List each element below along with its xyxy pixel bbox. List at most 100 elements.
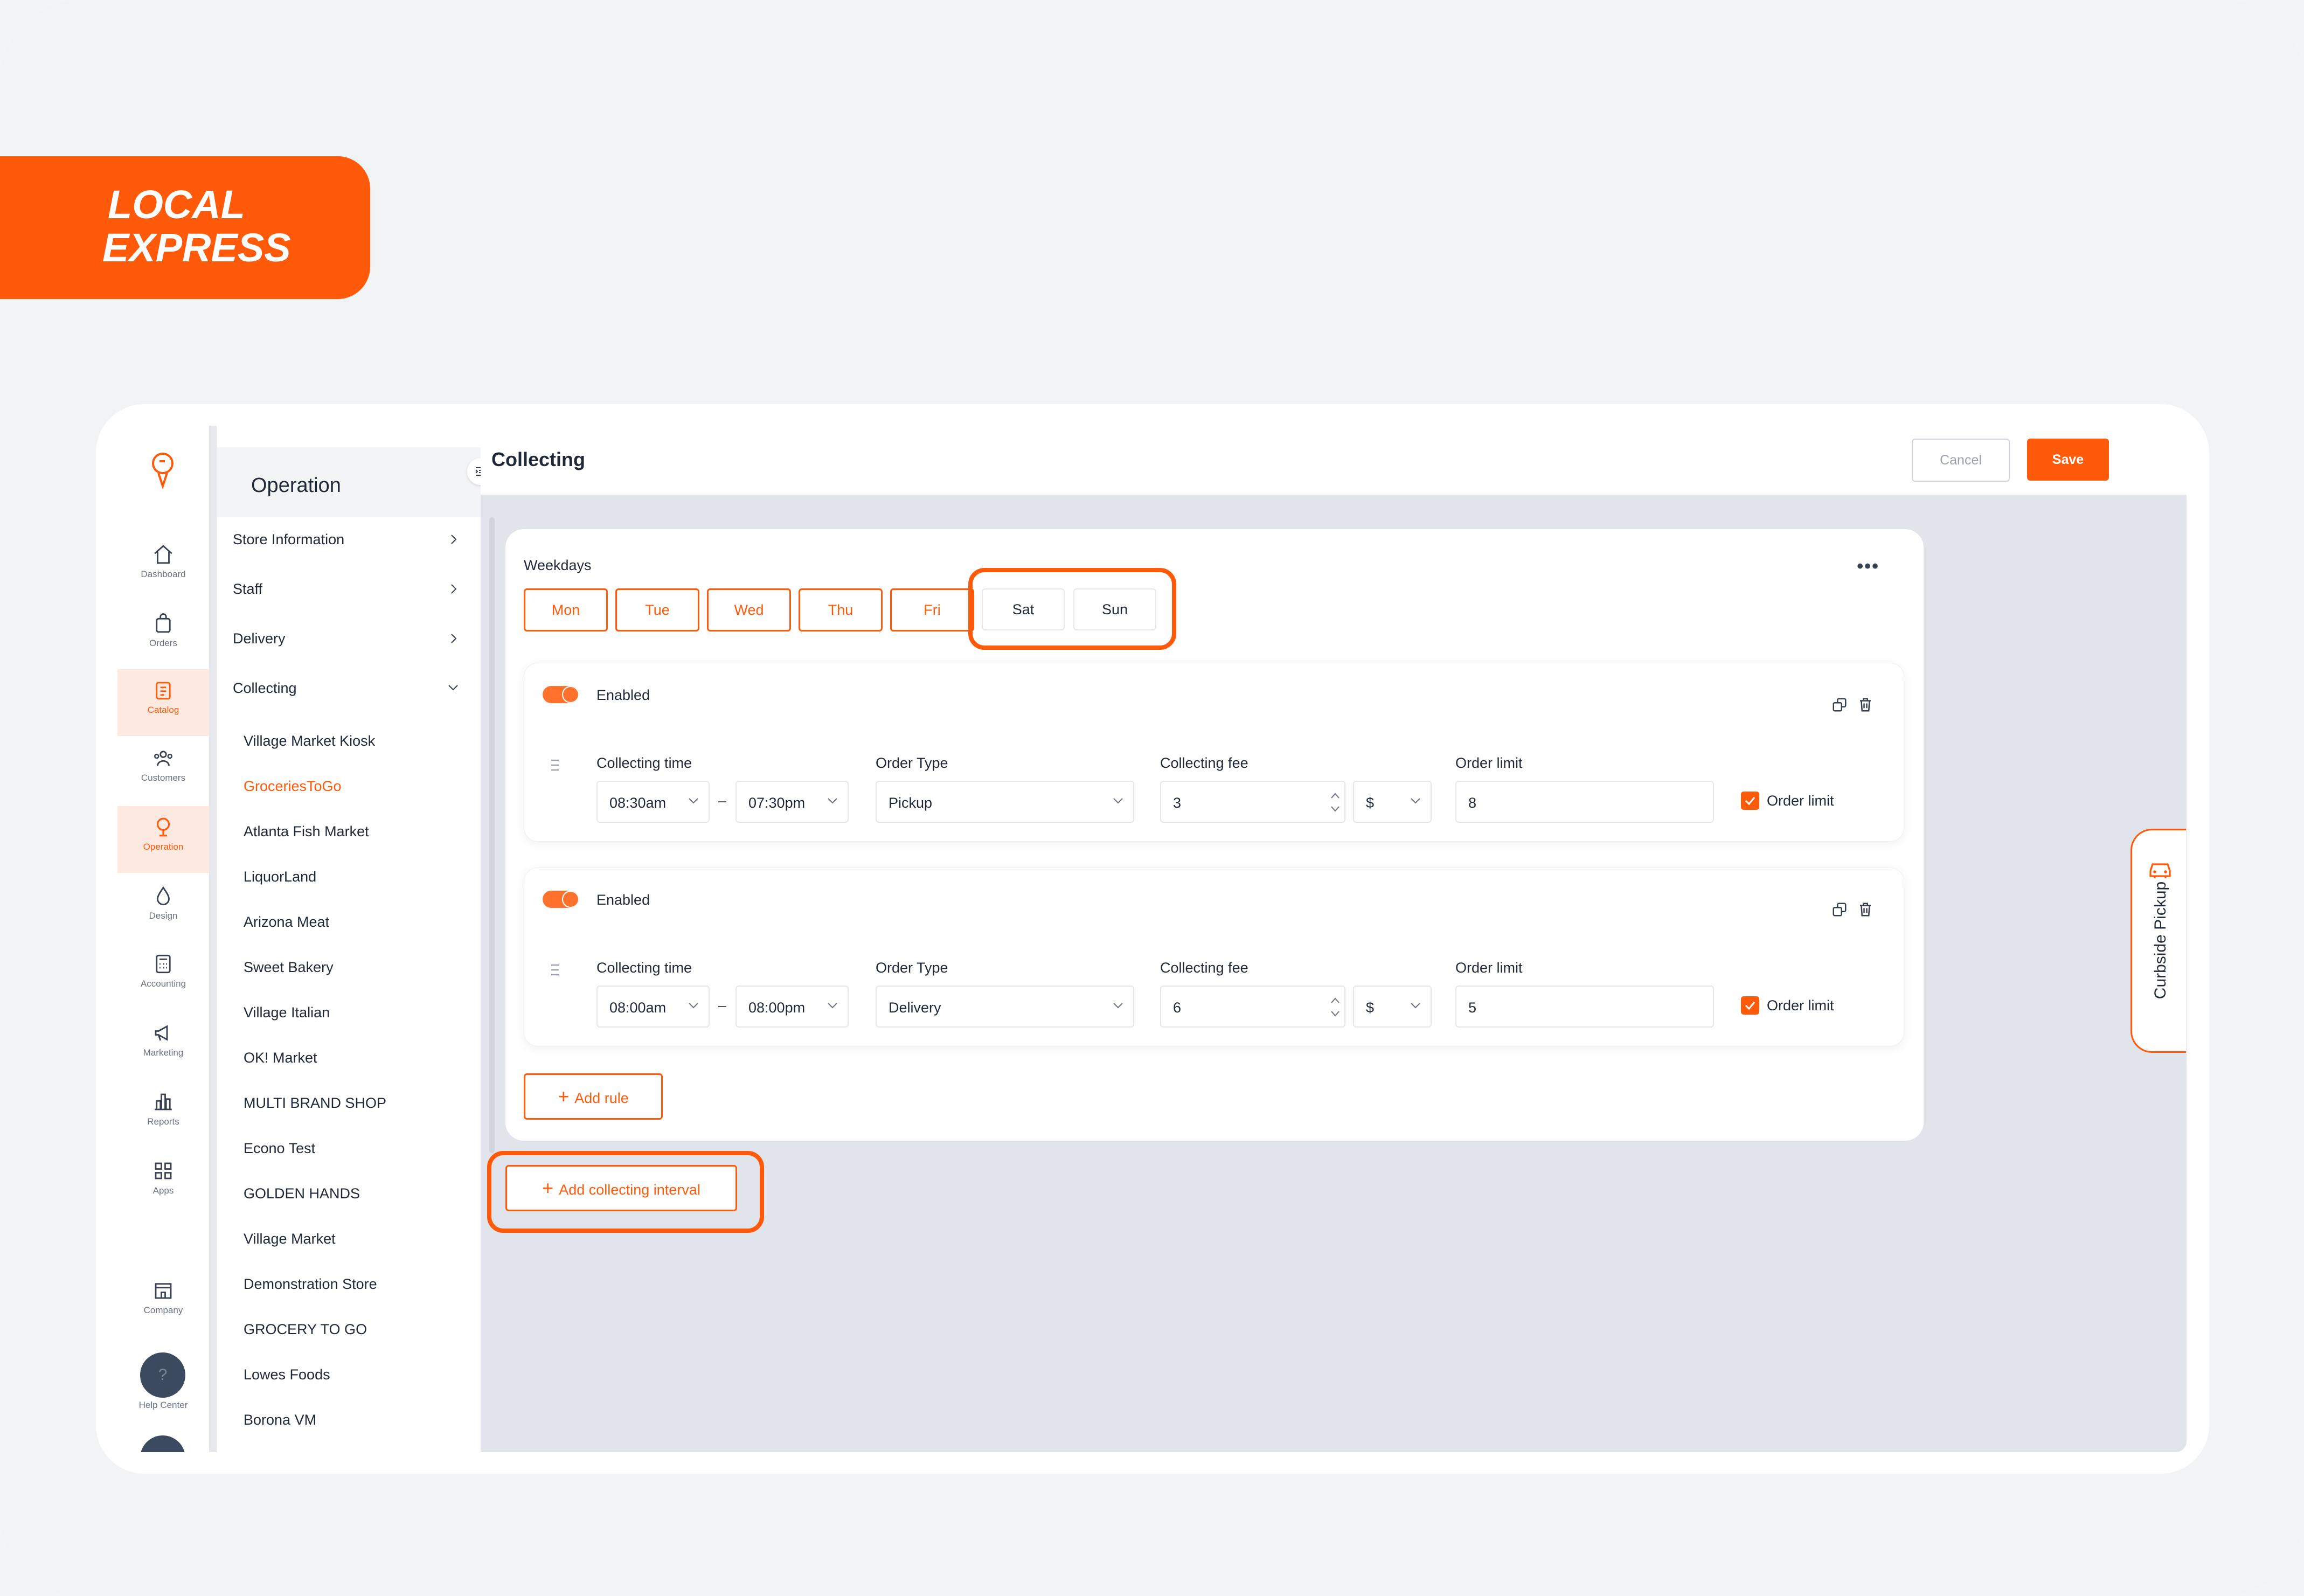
chevron-right-icon xyxy=(451,535,457,544)
apps-icon xyxy=(155,1162,172,1179)
subnav-item-delivery[interactable]: Delivery xyxy=(233,630,459,657)
subnav-label: Staff xyxy=(233,581,263,597)
rail-item-company[interactable]: Company xyxy=(117,1269,209,1336)
rail-item-customers[interactable]: Customers xyxy=(117,737,209,804)
currency-select[interactable]: $ xyxy=(1353,781,1432,823)
time-to-value: 07:30pm xyxy=(748,795,806,811)
megaphone-icon xyxy=(155,1025,168,1041)
rail-item-orders[interactable]: Orders xyxy=(117,602,209,669)
store-item[interactable]: LiquorLand xyxy=(244,869,316,885)
rail-item-catalog[interactable]: Catalog xyxy=(117,669,209,736)
number-stepper-icon[interactable] xyxy=(1329,992,1341,1022)
trash-icon[interactable] xyxy=(1857,901,1873,918)
time-to-select[interactable]: 07:30pm xyxy=(735,781,849,823)
page-header: Collecting Cancel Save xyxy=(481,426,2187,496)
order-limit-label: Order limit xyxy=(1455,755,1523,771)
time-from-value: 08:30am xyxy=(609,795,667,811)
drag-handle-icon[interactable] xyxy=(550,962,560,978)
order-type-select[interactable]: Pickup xyxy=(876,781,1134,823)
collecting-fee-input[interactable]: 6 xyxy=(1160,986,1345,1028)
trash-icon[interactable] xyxy=(1857,697,1873,713)
rail-item-accounting[interactable]: Accounting xyxy=(117,943,209,1010)
home-icon xyxy=(154,545,172,564)
save-button[interactable]: Save xyxy=(2027,439,2109,481)
store-item[interactable]: Sweet Bakery xyxy=(244,959,334,976)
currency-value: $ xyxy=(1366,795,1375,811)
calculator-icon xyxy=(156,954,171,974)
store-item[interactable]: MULTI BRAND SHOP xyxy=(244,1095,386,1112)
rule-actions xyxy=(1831,697,1873,716)
store-item[interactable]: Atlanta Fish Market xyxy=(244,823,369,840)
order-limit-checkbox[interactable] xyxy=(1741,996,1759,1015)
rail-item-operation[interactable]: Operation xyxy=(117,806,209,873)
rail-label: Catalog xyxy=(147,705,179,715)
rail-label: Design xyxy=(149,911,178,921)
rail-item-apps[interactable]: Apps xyxy=(117,1150,209,1217)
rail-label: Apps xyxy=(152,1185,174,1196)
day-fri-button[interactable]: Fri xyxy=(890,588,974,632)
weekdays-label: Weekdays xyxy=(524,557,592,573)
day-wed-button[interactable]: Wed xyxy=(707,588,791,632)
store-item[interactable]: GOLDEN HANDS xyxy=(244,1185,360,1202)
rail-item-dashboard[interactable]: Dashboard xyxy=(117,533,209,600)
collecting-fee-input[interactable]: 3 xyxy=(1160,781,1345,823)
store-item[interactable]: Demonstration Store xyxy=(244,1276,377,1293)
rail-label: Dashboard xyxy=(141,569,186,579)
store-item[interactable]: Arizona Meat xyxy=(244,914,329,931)
store-item[interactable]: Econo Test xyxy=(244,1140,315,1157)
day-thu-button[interactable]: Thu xyxy=(799,588,883,632)
copy-icon[interactable] xyxy=(1831,697,1848,713)
droplet-icon xyxy=(157,886,170,906)
copy-icon[interactable] xyxy=(1831,901,1848,918)
store-item[interactable]: OK! Market xyxy=(244,1050,317,1066)
chevron-down-icon xyxy=(689,1003,698,1009)
store-item[interactable]: Borona VM xyxy=(244,1412,316,1428)
clipboard-icon xyxy=(156,682,171,700)
order-limit-input[interactable]: 5 xyxy=(1455,986,1714,1028)
rail-label: Company xyxy=(143,1305,183,1315)
order-type-label: Order Type xyxy=(876,960,948,976)
enabled-toggle[interactable] xyxy=(543,891,579,908)
avatar[interactable] xyxy=(140,1435,185,1452)
store-item[interactable]: Village Market Kiosk xyxy=(244,733,375,750)
time-from-select[interactable]: 08:00am xyxy=(596,986,710,1028)
order-limit-input[interactable]: 8 xyxy=(1455,781,1714,823)
users-icon xyxy=(154,751,172,766)
order-limit-check-label: Order limit xyxy=(1767,793,1834,809)
rail-item-reports[interactable]: Reports xyxy=(117,1081,209,1148)
order-type-select[interactable]: Delivery xyxy=(876,986,1134,1028)
help-center-button[interactable]: ? xyxy=(140,1352,185,1398)
store-item-active[interactable]: GroceriesToGo xyxy=(244,778,342,795)
order-type-value: Pickup xyxy=(889,795,933,811)
currency-select[interactable]: $ xyxy=(1353,986,1432,1028)
time-to-select[interactable]: 08:00pm xyxy=(735,986,849,1028)
time-from-select[interactable]: 08:30am xyxy=(596,781,710,823)
curbside-car-icon xyxy=(2149,863,2171,878)
number-stepper-icon[interactable] xyxy=(1329,787,1341,817)
store-item[interactable]: Village Italian xyxy=(244,1004,330,1021)
collecting-fee-value: 3 xyxy=(1173,795,1182,811)
subnav-item-staff[interactable]: Staff xyxy=(233,581,459,608)
rail-item-design[interactable]: Design xyxy=(117,875,209,942)
order-limit-checkbox[interactable] xyxy=(1741,792,1759,810)
subnav-item-collecting[interactable]: Collecting xyxy=(233,680,459,707)
enabled-toggle[interactable] xyxy=(543,686,579,703)
collecting-interval-card: Weekdays ••• Mon Tue Wed Thu Fri Sat Sun… xyxy=(505,529,1924,1141)
store-item[interactable]: GROCERY TO GO xyxy=(244,1321,367,1338)
subnav-scrollbar[interactable] xyxy=(489,517,495,1153)
subnav-title: Operation xyxy=(251,474,341,497)
more-options-icon[interactable]: ••• xyxy=(1857,556,1879,577)
svg-text:EXPRESS: EXPRESS xyxy=(102,225,291,270)
enabled-label: Enabled xyxy=(596,687,650,703)
add-rule-button[interactable]: + Add rule xyxy=(524,1073,663,1120)
rail-item-marketing[interactable]: Marketing xyxy=(117,1012,209,1079)
cancel-button[interactable]: Cancel xyxy=(1912,439,2010,482)
day-tue-button[interactable]: Tue xyxy=(615,588,699,632)
subnav-item-store-information[interactable]: Store Information xyxy=(233,531,459,558)
store-item[interactable]: Lowes Foods xyxy=(244,1366,330,1383)
store-item[interactable]: Village Market xyxy=(244,1231,336,1247)
checkmark-icon xyxy=(1745,797,1755,806)
drag-handle-icon[interactable] xyxy=(550,757,560,773)
help-icon: ? xyxy=(158,1366,168,1384)
day-mon-button[interactable]: Mon xyxy=(524,588,608,632)
